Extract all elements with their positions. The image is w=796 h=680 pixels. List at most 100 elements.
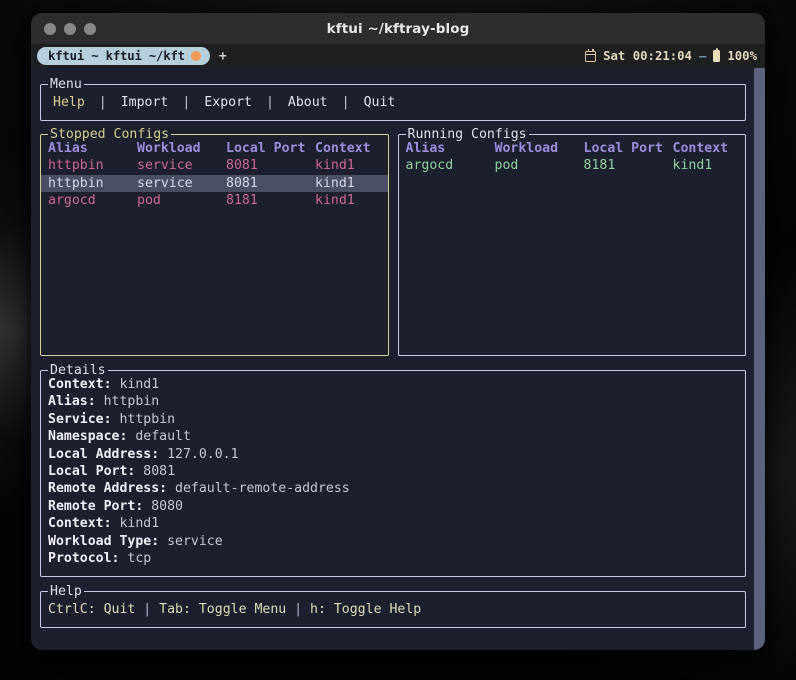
details-panel: Details Context: kind1 Alias: httpbin Se… xyxy=(40,363,746,577)
cell-port: 8081 xyxy=(226,175,258,191)
menu-separator: | xyxy=(182,95,191,110)
cell-alias: argocd xyxy=(48,193,96,209)
detail-row-local-address: Local Address: 127.0.0.1 xyxy=(48,446,745,463)
new-tab-button[interactable]: + xyxy=(219,49,227,64)
detail-value: service xyxy=(167,533,223,549)
help-entry-toggle-menu: Tab: Toggle Menu xyxy=(159,602,287,617)
clock-text: Sat 00:21:04 xyxy=(603,49,692,63)
menu-items: Help | Import | Export | About | Quit xyxy=(41,85,745,120)
column-header-workload: Workload xyxy=(494,141,559,156)
detail-key: Protocol: xyxy=(48,551,120,567)
terminal-scrollbar[interactable] xyxy=(754,68,765,650)
table-header-row: Alias Workload Local Port Context xyxy=(41,140,388,157)
detail-value: 8081 xyxy=(143,464,176,480)
detail-row-protocol: Protocol: tcp xyxy=(48,550,745,567)
table-row[interactable]: argocd pod 8181 kind1 xyxy=(399,157,746,174)
window-titlebar[interactable]: kftui ~/kftray-blog xyxy=(31,13,765,44)
detail-value: httpbin xyxy=(119,411,176,427)
help-entry-quit: CtrlC: Quit xyxy=(48,602,136,617)
detail-row-alias: Alias: httpbin xyxy=(48,393,745,410)
window-controls xyxy=(31,22,96,35)
calendar-icon xyxy=(585,48,597,62)
detail-row-namespace: Namespace: default xyxy=(48,428,745,445)
column-header-port: Local Port xyxy=(583,141,663,156)
window-title: kftui ~/kftray-blog xyxy=(326,20,470,37)
table-header-row: Alias Workload Local Port Context xyxy=(399,140,746,157)
stopped-configs-table: Alias Workload Local Port Context httpbi… xyxy=(41,135,388,210)
detail-row-context: Context: kind1 xyxy=(48,376,745,393)
menu-item-quit[interactable]: Quit xyxy=(364,95,396,110)
terminal-tab-label: kftui ~ kftui ~/kft xyxy=(48,49,185,63)
menu-item-export[interactable]: Export xyxy=(204,95,252,110)
table-row[interactable]: argocd pod 8181 kind1 xyxy=(41,192,388,209)
detail-value: kind1 xyxy=(119,377,160,392)
tab-bar: kftui ~ kftui ~/kft + Sat 00:21:04 – 100… xyxy=(31,44,765,68)
detail-value: 8080 xyxy=(151,498,183,514)
detail-value: default-remote-address xyxy=(175,481,350,497)
column-header-port: Local Port xyxy=(226,141,306,156)
detail-row-workload-type: Workload Type: service xyxy=(48,533,745,550)
battery-level-text: 100% xyxy=(727,49,757,63)
cell-context: kind1 xyxy=(315,175,355,191)
tui-app: Menu Help | Import | Export | About | Qu… xyxy=(31,68,754,650)
detail-value: 127.0.0.1 xyxy=(167,446,239,462)
detail-row-remote-address: Remote Address: default-remote-address xyxy=(48,480,745,497)
menu-item-import[interactable]: Import xyxy=(121,95,169,110)
table-row[interactable]: httpbin service 8081 kind1 xyxy=(41,157,388,174)
cell-alias: argocd xyxy=(405,158,454,174)
detail-key: Workload Type: xyxy=(48,533,160,549)
detail-row-local-port: Local Port: 8081 xyxy=(48,463,745,480)
column-header-context: Context xyxy=(315,141,371,156)
running-configs-panel[interactable]: Running Configs Alias Workload Local Por… xyxy=(397,127,746,356)
cell-workload: service xyxy=(137,175,193,191)
detail-key: Alias: xyxy=(48,394,96,410)
menu-item-about[interactable]: About xyxy=(288,95,328,110)
menu-panel-title: Menu xyxy=(48,77,84,92)
detail-value: tcp xyxy=(127,551,152,567)
detail-key: Namespace: xyxy=(48,429,128,445)
minimize-button[interactable] xyxy=(64,22,76,35)
cell-workload: service xyxy=(137,158,193,174)
detail-value: httpbin xyxy=(103,394,160,410)
menu-item-help[interactable]: Help xyxy=(53,95,85,110)
help-entry-toggle-help: h: Toggle Help xyxy=(310,602,422,617)
details-panel-title: Details xyxy=(48,363,108,378)
cell-alias: httpbin xyxy=(48,175,104,191)
maximize-button[interactable] xyxy=(84,22,96,35)
detail-value: kind1 xyxy=(119,516,160,532)
cell-context: kind1 xyxy=(315,158,355,174)
running-configs-title: Running Configs xyxy=(405,127,529,142)
status-area: Sat 00:21:04 – 100% xyxy=(585,48,757,63)
column-header-context: Context xyxy=(672,141,729,156)
detail-key: Remote Address: xyxy=(48,481,168,497)
close-button[interactable] xyxy=(44,22,56,35)
terminal-tab[interactable]: kftui ~ kftui ~/kft xyxy=(37,47,210,65)
stopped-configs-title: Stopped Configs xyxy=(48,127,172,142)
cell-workload: pod xyxy=(137,193,161,209)
column-header-alias: Alias xyxy=(405,141,446,156)
terminal-body: Menu Help | Import | Export | About | Qu… xyxy=(31,68,765,650)
detail-key: Context: xyxy=(48,516,112,532)
help-panel-title: Help xyxy=(48,584,84,599)
help-shortcuts: CtrlC: Quit | Tab: Toggle Menu | h: Togg… xyxy=(48,602,422,617)
detail-row-remote-port: Remote Port: 8080 xyxy=(48,498,745,515)
detail-key: Remote Port: xyxy=(48,498,144,514)
detail-row-service: Service: httpbin xyxy=(48,411,745,428)
tab-activity-dot-icon xyxy=(190,51,201,61)
table-row-selected[interactable]: httpbin service 8081 kind1 xyxy=(41,174,388,193)
help-panel: Help CtrlC: Quit | Tab: Toggle Menu | h:… xyxy=(40,584,746,628)
terminal-window: kftui ~/kftray-blog kftui ~ kftui ~/kft … xyxy=(31,13,765,650)
column-header-workload: Workload xyxy=(137,141,201,156)
detail-key: Context: xyxy=(48,377,112,392)
detail-key: Service: xyxy=(48,411,112,427)
menu-panel: Menu Help | Import | Export | About | Qu… xyxy=(40,77,746,121)
cell-workload: pod xyxy=(494,158,519,174)
cell-context: kind1 xyxy=(315,193,355,209)
column-header-alias: Alias xyxy=(48,141,88,156)
configs-row: Stopped Configs Alias Workload Local Por… xyxy=(40,127,746,356)
cell-context: kind1 xyxy=(672,158,713,174)
cell-port: 8181 xyxy=(226,193,258,209)
stopped-configs-panel[interactable]: Stopped Configs Alias Workload Local Por… xyxy=(40,127,389,356)
detail-key: Local Port: xyxy=(48,464,136,480)
detail-key: Local Address: xyxy=(48,446,160,462)
